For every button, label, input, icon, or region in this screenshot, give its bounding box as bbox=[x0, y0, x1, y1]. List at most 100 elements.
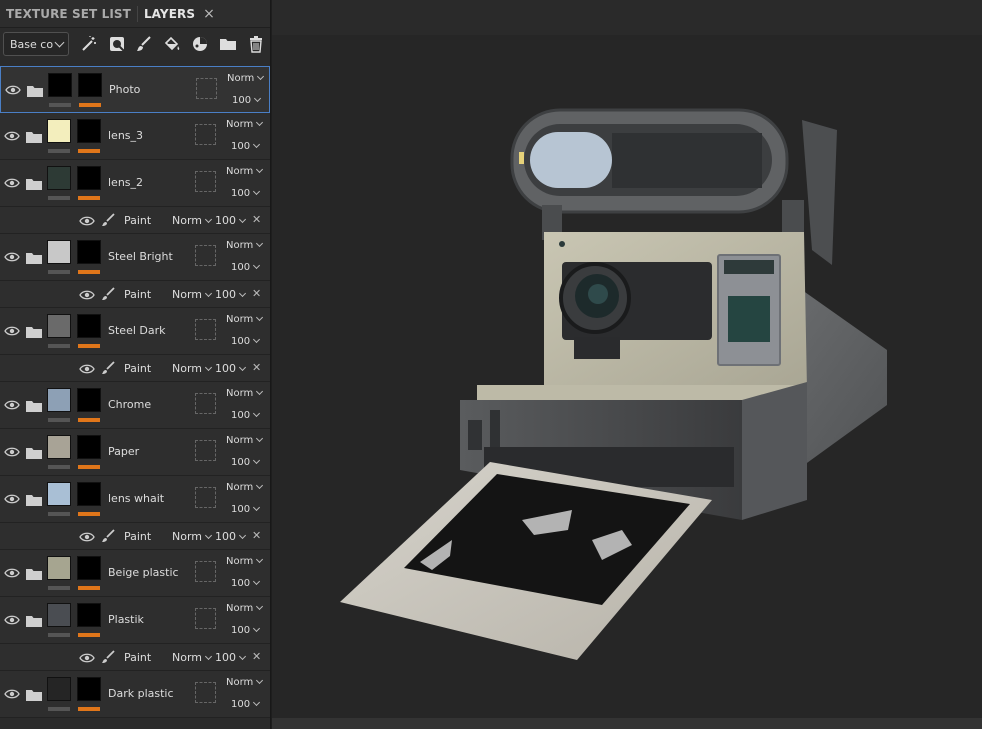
layer-row[interactable]: PaperNorm100 bbox=[0, 429, 270, 476]
blend-mode-dropdown[interactable]: Norm bbox=[226, 677, 262, 688]
folder-icon[interactable] bbox=[26, 686, 42, 698]
mask-slot[interactable] bbox=[195, 245, 216, 266]
eye-icon[interactable] bbox=[4, 685, 20, 697]
layer-row[interactable]: ChromeNorm100 bbox=[0, 382, 270, 429]
mask-slot[interactable] bbox=[195, 440, 216, 461]
layer-row[interactable]: PlastikNorm100 bbox=[0, 597, 270, 644]
folder-icon[interactable] bbox=[26, 565, 42, 577]
eye-icon[interactable] bbox=[4, 490, 20, 502]
effect-row-paint[interactable]: PaintNorm100✕ bbox=[0, 644, 270, 671]
effect-opacity-dropdown[interactable]: 100 bbox=[215, 214, 245, 227]
eye-icon[interactable] bbox=[4, 443, 20, 455]
eye-icon[interactable] bbox=[79, 531, 95, 543]
effect-opacity-dropdown[interactable]: 100 bbox=[215, 362, 245, 375]
effect-opacity-dropdown[interactable]: 100 bbox=[215, 288, 245, 301]
eye-icon[interactable] bbox=[79, 215, 95, 227]
layer-row[interactable]: Dark plasticNorm100 bbox=[0, 671, 270, 718]
effect-opacity-dropdown[interactable]: 100 bbox=[215, 651, 245, 664]
opacity-dropdown[interactable]: 100 bbox=[231, 336, 259, 347]
effect-row-paint[interactable]: PaintNorm100✕ bbox=[0, 355, 270, 382]
eye-icon[interactable] bbox=[79, 363, 95, 375]
mask-slot[interactable] bbox=[195, 561, 216, 582]
effect-blend-dropdown[interactable]: Norm bbox=[172, 362, 211, 375]
layer-row[interactable]: lens_3Norm100 bbox=[0, 113, 270, 160]
eye-icon[interactable] bbox=[4, 174, 20, 186]
effect-opacity-dropdown[interactable]: 100 bbox=[215, 530, 245, 543]
eye-icon[interactable] bbox=[79, 652, 95, 664]
add-effect-button[interactable] bbox=[75, 31, 103, 57]
effect-row-paint[interactable]: PaintNorm100✕ bbox=[0, 207, 270, 234]
layer-row[interactable]: Steel BrightNorm100 bbox=[0, 234, 270, 281]
add-mask-button[interactable] bbox=[103, 31, 131, 57]
mask-slot[interactable] bbox=[196, 78, 217, 99]
folder-icon[interactable] bbox=[27, 82, 43, 94]
folder-icon[interactable] bbox=[26, 444, 42, 456]
opacity-dropdown[interactable]: 100 bbox=[231, 699, 259, 710]
folder-icon[interactable] bbox=[26, 491, 42, 503]
mask-slot[interactable] bbox=[195, 319, 216, 340]
eye-icon[interactable] bbox=[5, 81, 21, 93]
blend-mode-dropdown[interactable]: Norm bbox=[226, 314, 262, 325]
add-paint-layer-button[interactable] bbox=[131, 31, 159, 57]
remove-effect-icon[interactable]: ✕ bbox=[252, 287, 261, 300]
blend-mode-dropdown[interactable]: Norm bbox=[226, 556, 262, 567]
eye-icon[interactable] bbox=[4, 396, 20, 408]
blend-mode-dropdown[interactable]: Norm bbox=[226, 603, 262, 614]
layer-row[interactable]: lens_2Norm100 bbox=[0, 160, 270, 207]
layer-row[interactable]: Steel DarkNorm100 bbox=[0, 308, 270, 355]
add-fill-layer-button[interactable] bbox=[158, 31, 186, 57]
blend-mode-dropdown[interactable]: Norm bbox=[227, 73, 263, 84]
folder-icon[interactable] bbox=[26, 323, 42, 335]
add-smart-material-button[interactable] bbox=[186, 31, 214, 57]
mask-slot[interactable] bbox=[195, 608, 216, 629]
layer-row[interactable]: PhotoNorm100 bbox=[0, 66, 270, 113]
effect-row-paint[interactable]: PaintNorm100✕ bbox=[0, 281, 270, 308]
opacity-dropdown[interactable]: 100 bbox=[231, 504, 259, 515]
close-icon[interactable]: × bbox=[203, 6, 215, 22]
opacity-dropdown[interactable]: 100 bbox=[232, 95, 260, 106]
remove-effect-icon[interactable]: ✕ bbox=[252, 213, 261, 226]
mask-slot[interactable] bbox=[195, 393, 216, 414]
blend-mode-dropdown[interactable]: Norm bbox=[226, 482, 262, 493]
eye-icon[interactable] bbox=[79, 289, 95, 301]
folder-icon[interactable] bbox=[26, 397, 42, 409]
mask-slot[interactable] bbox=[195, 124, 216, 145]
mask-slot[interactable] bbox=[195, 487, 216, 508]
channel-dropdown[interactable]: Base co bbox=[3, 32, 69, 56]
tab-layers[interactable]: LAYERS bbox=[144, 7, 195, 21]
opacity-dropdown[interactable]: 100 bbox=[231, 262, 259, 273]
layer-row[interactable]: lens whaitNorm100 bbox=[0, 476, 270, 523]
effect-blend-dropdown[interactable]: Norm bbox=[172, 651, 211, 664]
layer-row[interactable]: Beige plasticNorm100 bbox=[0, 550, 270, 597]
blend-mode-dropdown[interactable]: Norm bbox=[226, 388, 262, 399]
add-folder-button[interactable] bbox=[214, 31, 242, 57]
remove-effect-icon[interactable]: ✕ bbox=[252, 529, 261, 542]
opacity-dropdown[interactable]: 100 bbox=[231, 188, 259, 199]
opacity-dropdown[interactable]: 100 bbox=[231, 578, 259, 589]
remove-effect-icon[interactable]: ✕ bbox=[252, 361, 261, 374]
eye-icon[interactable] bbox=[4, 248, 20, 260]
eye-icon[interactable] bbox=[4, 564, 20, 576]
blend-mode-dropdown[interactable]: Norm bbox=[226, 240, 262, 251]
opacity-dropdown[interactable]: 100 bbox=[231, 457, 259, 468]
effect-blend-dropdown[interactable]: Norm bbox=[172, 288, 211, 301]
eye-icon[interactable] bbox=[4, 611, 20, 623]
blend-mode-dropdown[interactable]: Norm bbox=[226, 119, 262, 130]
opacity-dropdown[interactable]: 100 bbox=[231, 625, 259, 636]
opacity-dropdown[interactable]: 100 bbox=[231, 141, 259, 152]
eye-icon[interactable] bbox=[4, 322, 20, 334]
folder-icon[interactable] bbox=[26, 612, 42, 624]
folder-icon[interactable] bbox=[26, 249, 42, 261]
folder-icon[interactable] bbox=[26, 175, 42, 187]
eye-icon[interactable] bbox=[4, 127, 20, 139]
blend-mode-dropdown[interactable]: Norm bbox=[226, 166, 262, 177]
tab-texture-set-list[interactable]: TEXTURE SET LIST bbox=[6, 7, 131, 21]
effect-blend-dropdown[interactable]: Norm bbox=[172, 214, 211, 227]
mask-slot[interactable] bbox=[195, 682, 216, 703]
remove-effect-icon[interactable]: ✕ bbox=[252, 650, 261, 663]
3d-viewport[interactable] bbox=[272, 0, 982, 729]
effect-blend-dropdown[interactable]: Norm bbox=[172, 530, 211, 543]
delete-layer-button[interactable] bbox=[242, 31, 270, 57]
folder-icon[interactable] bbox=[26, 128, 42, 140]
effect-row-paint[interactable]: PaintNorm100✕ bbox=[0, 523, 270, 550]
